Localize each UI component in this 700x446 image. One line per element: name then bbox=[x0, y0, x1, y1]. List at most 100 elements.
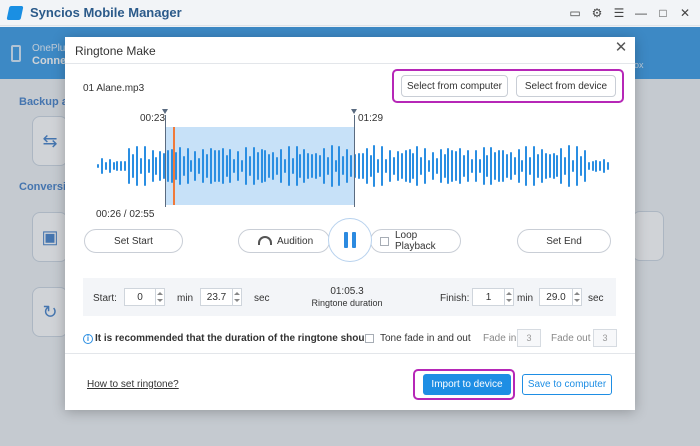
file-name: 01 Alane.mp3 bbox=[83, 83, 145, 94]
select-from-computer-button[interactable]: Select from computer bbox=[401, 75, 508, 97]
waveform-bar bbox=[120, 160, 123, 172]
waveform-bar bbox=[466, 149, 469, 183]
waveform-bar bbox=[256, 151, 259, 181]
waveform-bar bbox=[342, 156, 345, 176]
waveform-bar bbox=[198, 158, 201, 174]
waveform-bar bbox=[603, 158, 606, 174]
waveform-bar bbox=[291, 157, 294, 175]
waveform-bar bbox=[124, 160, 127, 172]
info-icon: i bbox=[83, 334, 93, 344]
waveform-bar bbox=[241, 159, 244, 173]
start-min-input[interactable]: 0 bbox=[124, 288, 156, 306]
waveform-bar bbox=[439, 149, 442, 183]
waveform-bar bbox=[474, 150, 477, 182]
start-sec-input[interactable]: 23.7 bbox=[200, 288, 233, 306]
fade-in-input[interactable]: 3 bbox=[517, 329, 541, 347]
playback-time: 00:26 / 02:55 bbox=[96, 209, 155, 220]
loop-playback-checkbox[interactable] bbox=[380, 237, 389, 246]
audition-label: Audition bbox=[277, 235, 314, 247]
waveform-bar bbox=[416, 146, 419, 186]
waveform-bar bbox=[572, 159, 575, 173]
finish-min-unit: min bbox=[517, 293, 534, 304]
import-to-device-button[interactable]: Import to device bbox=[423, 374, 511, 395]
waveform-bar bbox=[517, 148, 520, 184]
duration-value: 01:05.3 bbox=[330, 286, 364, 297]
feedback-icon[interactable]: ▭ bbox=[566, 4, 584, 22]
waveform-bar bbox=[225, 154, 228, 178]
waveform-bar bbox=[135, 145, 138, 187]
end-marker-handle[interactable] bbox=[351, 109, 357, 114]
finish-sec-unit: sec bbox=[588, 293, 604, 304]
waveform-bar bbox=[295, 145, 298, 187]
app-title: Syncios Mobile Manager bbox=[30, 5, 182, 20]
waveform-bar bbox=[167, 150, 170, 182]
waveform-bar bbox=[155, 157, 158, 175]
waveform-bar bbox=[385, 158, 388, 174]
waveform-bar bbox=[451, 149, 454, 183]
waveform-bar bbox=[427, 160, 430, 172]
waveform-bar bbox=[552, 152, 555, 180]
waveform-bar bbox=[311, 153, 314, 179]
set-start-button[interactable]: Set Start bbox=[84, 229, 183, 253]
waveform-bar bbox=[264, 150, 267, 182]
playhead[interactable] bbox=[173, 127, 175, 205]
waveform-bar bbox=[326, 157, 329, 175]
how-to-set-ringtone-link[interactable]: How to set ringtone? bbox=[87, 379, 179, 390]
save-to-computer-button[interactable]: Save to computer bbox=[522, 374, 612, 395]
ringtone-maker-dialog: Ringtone Make ✕ 01 Alane.mp3 Select from… bbox=[65, 37, 635, 410]
waveform-bar bbox=[505, 154, 508, 178]
waveform-bar bbox=[299, 154, 302, 178]
set-end-button[interactable]: Set End bbox=[517, 229, 611, 253]
waveform-bar bbox=[575, 145, 578, 187]
close-window-icon[interactable]: ✕ bbox=[676, 4, 694, 22]
maximize-icon[interactable]: □ bbox=[654, 4, 672, 22]
waveform-bar bbox=[381, 146, 384, 186]
waveform-bar bbox=[470, 158, 473, 174]
fade-out-input[interactable]: 3 bbox=[593, 329, 617, 347]
pause-button[interactable] bbox=[328, 218, 372, 262]
waveform-bar bbox=[455, 150, 458, 182]
waveform-bar bbox=[494, 151, 497, 181]
audition-button[interactable]: Audition bbox=[238, 229, 330, 253]
start-marker[interactable] bbox=[165, 115, 166, 207]
finish-min-stepper[interactable] bbox=[505, 288, 514, 306]
tone-fade-checkbox[interactable] bbox=[365, 334, 374, 343]
finish-sec-input[interactable]: 29.0 bbox=[539, 288, 573, 306]
start-min-stepper[interactable] bbox=[156, 288, 165, 306]
window-controls: ▭ ⚙ ☰ — □ ✕ bbox=[566, 0, 694, 26]
waveform-bar bbox=[287, 145, 290, 187]
start-sec-stepper[interactable] bbox=[233, 288, 242, 306]
close-icon[interactable]: ✕ bbox=[613, 40, 629, 56]
finish-sec-stepper[interactable] bbox=[573, 288, 582, 306]
waveform-bar bbox=[404, 150, 407, 182]
select-from-device-button[interactable]: Select from device bbox=[516, 75, 616, 97]
waveform-bar bbox=[591, 160, 594, 172]
menu-icon[interactable]: ☰ bbox=[610, 4, 628, 22]
waveform-bar bbox=[400, 152, 403, 180]
end-marker[interactable] bbox=[354, 115, 355, 207]
waveform-bar bbox=[338, 145, 341, 187]
waveform-bar bbox=[334, 159, 337, 172]
waveform-bar bbox=[272, 151, 275, 181]
settings-icon[interactable]: ⚙ bbox=[588, 4, 606, 22]
waveform-bar bbox=[213, 150, 216, 182]
waveform-bar bbox=[568, 145, 571, 187]
waveform[interactable]: 00:23 01:29 bbox=[83, 109, 617, 229]
start-label: Start: bbox=[93, 293, 117, 304]
waveform-bar bbox=[529, 157, 532, 175]
minimize-icon[interactable]: — bbox=[632, 4, 650, 22]
waveform-bar bbox=[447, 148, 450, 184]
duration-label: Ringtone duration bbox=[311, 298, 383, 308]
fade-in-label: Fade in bbox=[483, 333, 517, 344]
waveform-bar bbox=[151, 149, 154, 183]
waveform-bar bbox=[330, 145, 333, 187]
waveform-bar bbox=[521, 159, 524, 173]
waveform-bar bbox=[478, 159, 481, 173]
waveform-bar bbox=[595, 160, 598, 172]
finish-min-input[interactable]: 1 bbox=[472, 288, 505, 306]
waveform-bar bbox=[217, 150, 220, 182]
waveform-bar bbox=[190, 159, 193, 173]
headphone-icon bbox=[258, 236, 272, 245]
waveform-bar bbox=[599, 160, 602, 172]
waveform-bar bbox=[431, 151, 434, 181]
